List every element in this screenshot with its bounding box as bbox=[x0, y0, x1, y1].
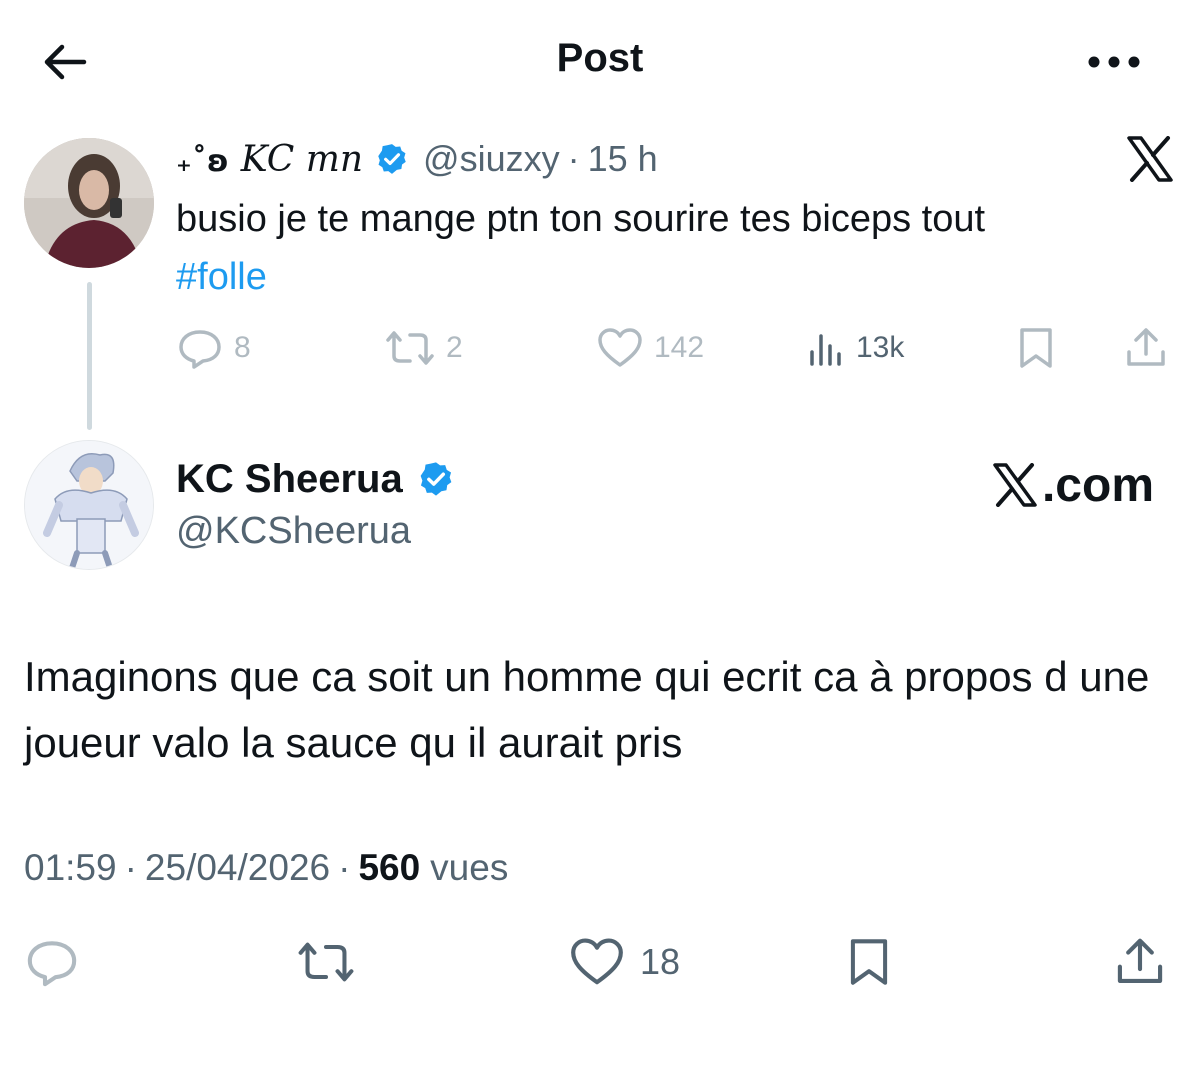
watermark-suffix: .com bbox=[1041, 458, 1154, 512]
name-symbols: ₊˚ʚ bbox=[176, 143, 229, 179]
like-count: 18 bbox=[640, 941, 681, 982]
views-count: 13k bbox=[856, 331, 905, 364]
like-icon bbox=[571, 938, 623, 985]
share-icon bbox=[1127, 328, 1165, 366]
repost-button[interactable] bbox=[296, 930, 370, 994]
reply-time[interactable]: 15 h bbox=[588, 138, 658, 180]
hashtag-link[interactable]: #folle bbox=[176, 256, 267, 298]
x-logo-icon bbox=[993, 463, 1037, 507]
separator-dot: · bbox=[124, 847, 137, 888]
verified-badge-icon bbox=[375, 142, 409, 176]
main-handle[interactable]: @KCSheerua bbox=[176, 510, 411, 553]
tweet-time[interactable]: 01:59 bbox=[24, 847, 117, 889]
reply-display-name-text: KC mn bbox=[240, 138, 364, 180]
separator-dot: · bbox=[567, 138, 580, 179]
reply-icon bbox=[179, 330, 221, 369]
main-display-name[interactable]: KC Sheerua bbox=[176, 456, 455, 502]
reply-actions: 8 2 142 13k bbox=[176, 322, 1176, 374]
reply-reply-button[interactable]: 8 bbox=[176, 322, 251, 374]
like-button[interactable]: 18 bbox=[568, 930, 680, 994]
reply-views-button[interactable]: 13k bbox=[806, 322, 904, 374]
verified-badge-icon bbox=[417, 460, 455, 498]
reply-count: 8 bbox=[234, 331, 251, 364]
tweet-views-label: vues bbox=[430, 847, 509, 888]
reply-handle[interactable]: @siuzxy bbox=[423, 138, 560, 180]
main-display-name-text: KC Sheerua bbox=[176, 456, 403, 501]
separator-dot: · bbox=[338, 847, 351, 888]
tweet-date[interactable]: 25/04/2026 bbox=[145, 847, 330, 889]
tweet-meta: 01:59 · 25/04/2026 · 560 vues bbox=[24, 842, 508, 894]
reply-header: ₊˚ʚ KC mn @siuzxy · 15 h bbox=[176, 136, 658, 182]
reply-text-body: busio je te mange ptn ton sourire tes bi… bbox=[176, 198, 986, 240]
x-com-watermark: .com bbox=[992, 458, 1154, 512]
page-title: Post bbox=[556, 36, 644, 80]
top-bar: Post bbox=[0, 0, 1200, 120]
more-icon bbox=[1088, 56, 1140, 68]
reply-repost-button[interactable]: 2 bbox=[384, 322, 463, 374]
reply-icon bbox=[27, 941, 77, 987]
repost-icon bbox=[298, 942, 354, 982]
thread-line bbox=[87, 282, 92, 430]
reply-display-name[interactable]: ₊˚ʚ KC mn bbox=[176, 139, 363, 180]
tweet-actions: 18 bbox=[0, 930, 1200, 994]
like-icon bbox=[598, 328, 642, 367]
reply-button[interactable] bbox=[24, 930, 94, 994]
reply-like-button[interactable]: 142 bbox=[596, 322, 704, 374]
repost-count: 2 bbox=[446, 331, 463, 364]
reply-avatar[interactable] bbox=[24, 138, 154, 268]
reply-share-button[interactable] bbox=[1124, 322, 1178, 374]
reply-text: busio je te mange ptn ton sourire tes bi… bbox=[176, 190, 1156, 306]
avatar-photo bbox=[24, 138, 154, 268]
reply-bookmark-button[interactable] bbox=[1016, 322, 1066, 374]
like-count: 142 bbox=[654, 331, 705, 364]
repost-icon bbox=[386, 331, 434, 365]
x-logo-icon bbox=[1126, 136, 1174, 182]
bookmark-button[interactable] bbox=[846, 930, 906, 994]
bookmark-icon bbox=[850, 939, 888, 985]
main-avatar[interactable] bbox=[24, 440, 154, 570]
share-icon bbox=[1117, 938, 1163, 983]
views-icon bbox=[810, 334, 841, 366]
bookmark-icon bbox=[1020, 328, 1052, 368]
tweet-views-count: 560 bbox=[358, 847, 421, 888]
share-button[interactable] bbox=[1114, 930, 1180, 994]
more-options-button[interactable] bbox=[1084, 52, 1144, 72]
tweet-text: Imaginons que ca soit un homme qui ecrit… bbox=[24, 653, 1150, 766]
avatar-illustration bbox=[25, 441, 153, 569]
